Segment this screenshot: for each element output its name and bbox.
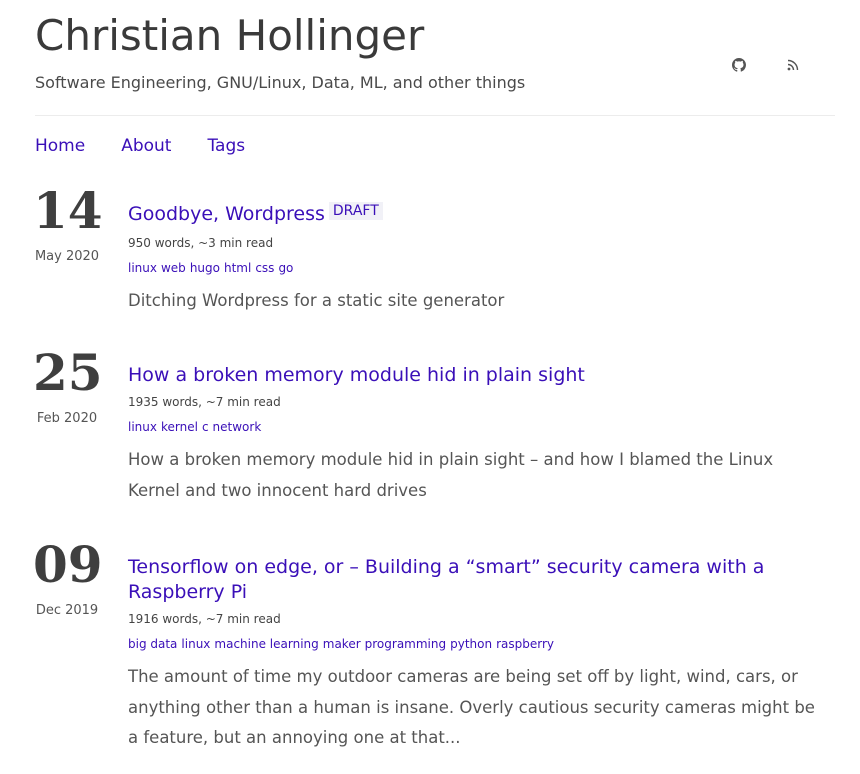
tag-link[interactable]: linux: [128, 420, 157, 434]
nav-tags[interactable]: Tags: [207, 135, 245, 159]
post-tags: linux web hugo html css go: [128, 260, 818, 276]
post-tags: linux kernel c network: [128, 419, 818, 435]
post-content: Tensorflow on edge, or – Building a “sma…: [128, 555, 818, 754]
tag-link[interactable]: network: [213, 420, 262, 434]
post-day: 25: [33, 343, 103, 402]
rss-icon: [787, 59, 799, 71]
draft-badge: DRAFT: [328, 202, 383, 220]
tag-link[interactable]: big data: [128, 637, 177, 651]
post-tags: big data linux machine learning maker progra…: [128, 636, 818, 652]
post-title-link[interactable]: How a broken memory module hid in plain …: [128, 364, 585, 386]
post-summary: The amount of time my outdoor cameras ar…: [128, 667, 815, 747]
post-meta: 950 words, ~3 min read: [128, 236, 274, 250]
site-header: Christian Hollinger Software Engineering…: [35, 0, 835, 116]
tag-link[interactable]: go: [278, 261, 293, 275]
tag-link[interactable]: linux: [128, 261, 157, 275]
tag-link[interactable]: python: [450, 637, 492, 651]
tag-link[interactable]: raspberry: [496, 637, 554, 651]
post-content: Goodbye, Wordpress DRAFT 950 words, ~3 mi…: [128, 202, 818, 317]
main-nav: Home About Tags: [35, 135, 245, 159]
tag-link[interactable]: html: [224, 261, 251, 275]
post-title-link[interactable]: Goodbye, Wordpress: [128, 203, 325, 225]
post-date: 14 May 2020: [33, 181, 103, 265]
tag-link[interactable]: linux: [181, 637, 210, 651]
post-content: How a broken memory module hid in plain …: [128, 363, 818, 506]
post-title-link[interactable]: Tensorflow on edge, or – Building a “sma…: [128, 556, 764, 603]
rss-link[interactable]: [783, 55, 803, 75]
github-icon: [732, 58, 746, 72]
tag-link[interactable]: hugo: [190, 261, 220, 275]
post-meta: 1916 words, ~7 min read: [128, 612, 281, 626]
github-link[interactable]: [729, 55, 749, 75]
post-day: 14: [33, 181, 103, 240]
nav-about[interactable]: About: [121, 135, 171, 159]
post-title: Tensorflow on edge, or – Building a “sma…: [128, 555, 818, 605]
post-meta: 1935 words, ~7 min read: [128, 395, 281, 409]
post-month: Feb 2020: [36, 411, 98, 426]
post-day: 09: [33, 535, 103, 594]
tag-link[interactable]: web: [161, 261, 186, 275]
tag-link[interactable]: c: [202, 420, 209, 434]
post-date: 25 Feb 2020: [33, 343, 103, 427]
post-summary: How a broken memory module hid in plain …: [128, 450, 774, 500]
nav-home[interactable]: Home: [35, 135, 85, 159]
post-summary: Ditching Wordpress for a static site gen…: [128, 291, 505, 310]
site-title[interactable]: Christian Hollinger: [35, 10, 424, 62]
post-title: Goodbye, Wordpress DRAFT: [128, 202, 818, 229]
post-month: Dec 2019: [35, 603, 99, 618]
site-subtitle: Software Engineering, GNU/Linux, Data, M…: [35, 73, 526, 92]
tag-link[interactable]: css: [255, 261, 274, 275]
post-date: 09 Dec 2019: [33, 535, 103, 619]
tag-link[interactable]: programming: [365, 637, 446, 651]
tag-link[interactable]: kernel: [161, 420, 198, 434]
tag-link[interactable]: maker: [323, 637, 361, 651]
tag-link[interactable]: machine learning: [214, 637, 318, 651]
post-month: May 2020: [34, 249, 100, 264]
post-title: How a broken memory module hid in plain …: [128, 363, 818, 388]
